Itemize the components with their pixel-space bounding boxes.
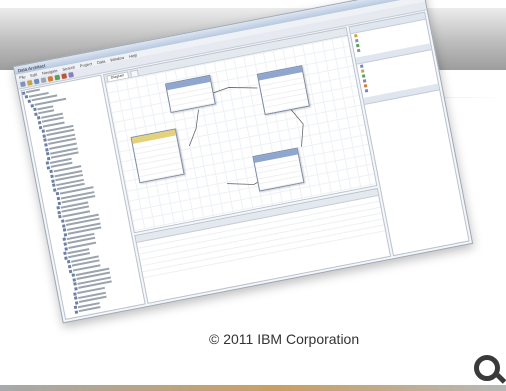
- table-icon: [38, 125, 43, 129]
- table-icon: [74, 286, 78, 291]
- cut-icon[interactable]: [47, 75, 54, 82]
- table-icon: [55, 192, 60, 196]
- table-icon: [73, 305, 78, 310]
- table-icon: [45, 147, 49, 152]
- table-icon: [24, 95, 29, 99]
- table-icon: [34, 112, 38, 116]
- entity-table[interactable]: [256, 65, 310, 115]
- footer-stripe: [0, 385, 506, 391]
- run-icon[interactable]: [54, 74, 61, 80]
- table-icon: [33, 107, 37, 112]
- table-icon: [44, 143, 48, 147]
- table-icon: [52, 183, 56, 188]
- table-icon: [50, 174, 54, 179]
- table-icon: [21, 91, 26, 95]
- table-icon: [67, 264, 72, 269]
- copyright-notice: © 2011 IBM Corporation: [205, 331, 364, 347]
- table-icon: [56, 206, 60, 210]
- table-icon: [49, 170, 53, 174]
- table-icon: [71, 273, 76, 277]
- table-icon: [42, 134, 46, 138]
- table-icon: [63, 251, 67, 256]
- table-icon: [72, 277, 76, 282]
- table-icon: [66, 260, 71, 264]
- table-icon: [61, 223, 66, 228]
- open-icon[interactable]: [26, 79, 33, 86]
- table-icon: [61, 219, 65, 223]
- save-icon[interactable]: [33, 78, 40, 84]
- print-icon[interactable]: [40, 76, 47, 83]
- table-icon: [68, 269, 73, 273]
- table-icon: [62, 228, 67, 232]
- logo-accent: [495, 373, 506, 384]
- table-icon: [51, 179, 55, 183]
- table-icon: [27, 99, 32, 104]
- table-icon: [58, 215, 62, 219]
- table-icon: [57, 201, 62, 205]
- table-icon: [64, 246, 68, 251]
- table-icon: [46, 166, 51, 170]
- table-icon: [36, 116, 41, 120]
- table-icon: [74, 310, 79, 314]
- table-icon: [73, 296, 78, 300]
- table-icon: [73, 291, 77, 296]
- table-icon: [41, 129, 46, 134]
- table-icon: [45, 152, 50, 156]
- table-icon: [57, 210, 61, 215]
- table-icon: [73, 282, 77, 287]
- table-icon: [63, 232, 68, 237]
- stop-icon[interactable]: [61, 72, 68, 79]
- new-icon[interactable]: [19, 80, 26, 87]
- table-icon: [37, 120, 42, 125]
- entity-table[interactable]: [130, 128, 185, 184]
- search-icon[interactable]: [68, 71, 74, 78]
- table-icon: [74, 300, 79, 305]
- table-icon: [30, 103, 34, 108]
- table-icon: [63, 242, 67, 246]
- table-icon: [46, 156, 51, 161]
- table-icon: [64, 256, 68, 260]
- table-icon: [52, 188, 57, 192]
- table-icon: [45, 161, 50, 166]
- table-icon: [62, 237, 67, 242]
- table-icon: [43, 138, 47, 143]
- table-icon: [56, 196, 61, 201]
